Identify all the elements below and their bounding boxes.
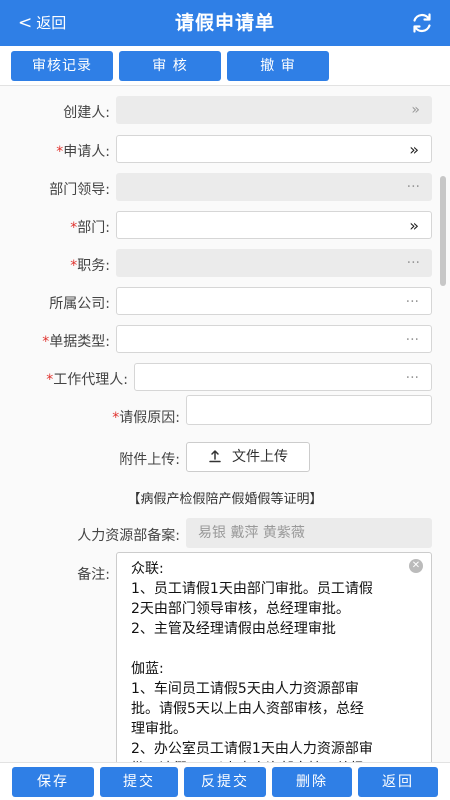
upload-icon: [209, 450, 221, 463]
bottom-action-bar: 保存 提交 反提交 删除 返回: [0, 762, 450, 800]
remark-textarea[interactable]: ✕ 众联: 1、员工请假1天由部门审批。员工请假 2天由部门领导审核，总经理审批。 2…: [116, 552, 432, 762]
creator-label: 创建人:: [63, 105, 110, 121]
more-icon[interactable]: ···: [406, 364, 419, 392]
more-icon: ···: [406, 179, 420, 195]
scrollbar-thumb[interactable]: [440, 176, 446, 286]
proof-hint: 【病假产检假陪产假婚假等证明】: [127, 492, 323, 507]
more-icon[interactable]: ···: [406, 288, 419, 316]
refresh-icon[interactable]: [410, 11, 434, 35]
file-upload-button[interactable]: 文件上传: [186, 442, 310, 472]
double-chevron-right-icon[interactable]: »: [409, 136, 419, 164]
page-title: 请假申请单: [174, 12, 275, 34]
more-icon[interactable]: ···: [406, 326, 419, 354]
position-label: *职务:: [70, 258, 110, 274]
department-field[interactable]: »: [116, 211, 432, 239]
position-field: ···: [116, 249, 432, 277]
remark-line: 1、车间员工请假5天由人力资源部审: [131, 681, 359, 697]
clear-icon[interactable]: ✕: [409, 559, 423, 573]
withdraw-audit-button[interactable]: 撤 审: [227, 51, 329, 81]
remark-text: 众联: 1、员工请假1天由部门审批。员工请假 2天由部门领导审核，总经理审批。 2、主…: [131, 559, 417, 762]
company-label: 所属公司:: [49, 296, 110, 312]
more-icon: ···: [406, 255, 420, 271]
double-chevron-right-icon[interactable]: »: [409, 212, 419, 240]
creator-field: »: [116, 96, 432, 124]
remark-line: 2天由部门领导审核，总经理审批。: [131, 601, 350, 617]
remark-line: [131, 639, 417, 659]
hr-field: 易银 戴萍 黄紫薇: [186, 518, 432, 548]
delete-button[interactable]: 删除: [272, 767, 352, 797]
save-button[interactable]: 保存: [12, 767, 94, 797]
remark-line: 理审批。: [131, 721, 187, 737]
audit-record-button[interactable]: 审核记录: [11, 51, 113, 81]
action-toolbar: 审核记录 审 核 撤 审: [0, 46, 450, 86]
remark-label: 备注:: [77, 567, 110, 583]
remark-line: 伽蓝:: [131, 661, 164, 677]
remark-line: 批。请假5天以上由人资部审核，总经: [131, 701, 364, 717]
remark-line: 1、员工请假1天由部门审批。员工请假: [131, 581, 373, 597]
attachment-label: 附件上传:: [119, 452, 180, 468]
company-field[interactable]: ···: [116, 287, 432, 315]
submit-button[interactable]: 提交: [100, 767, 178, 797]
unsubmit-button[interactable]: 反提交: [184, 767, 266, 797]
doc-type-label: *单据类型:: [42, 334, 110, 350]
file-upload-label: 文件上传: [232, 449, 288, 465]
applicant-label: *申请人:: [56, 144, 110, 160]
applicant-field[interactable]: »: [116, 135, 432, 163]
header-bar: < 返回 请假申请单: [0, 0, 450, 46]
reason-label: *请假原因:: [112, 410, 180, 426]
dept-leader-label: 部门领导:: [49, 182, 110, 198]
leave-form: 创建人: » *申请人: » 部门领导: ··· *部门: » *职务: ···…: [0, 86, 450, 762]
double-chevron-right-icon: »: [411, 102, 420, 118]
doc-type-field[interactable]: ···: [116, 325, 432, 353]
agent-field[interactable]: ···: [134, 363, 432, 391]
form-scrollbar[interactable]: [440, 86, 446, 762]
bottom-back-button[interactable]: 返回: [358, 767, 438, 797]
remark-line: 2、办公室员工请假1天由人力资源部审: [131, 741, 373, 757]
agent-label: *工作代理人:: [46, 372, 128, 388]
remark-line: 2、主管及经理请假由总经理审批: [131, 621, 336, 637]
dept-leader-field: ···: [116, 173, 432, 201]
remark-line: 众联:: [131, 561, 164, 577]
audit-button[interactable]: 审 核: [119, 51, 221, 81]
hr-label: 人力资源部备案:: [77, 528, 180, 544]
department-label: *部门:: [70, 220, 110, 236]
reason-input[interactable]: [186, 395, 432, 425]
